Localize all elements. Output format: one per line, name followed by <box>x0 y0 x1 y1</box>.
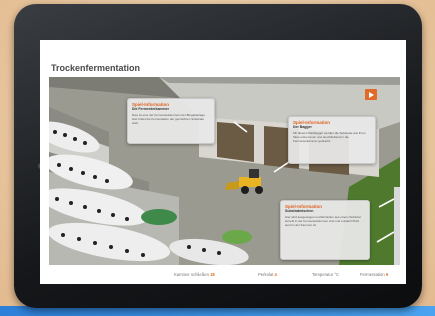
temperatur-label: Temperatur °C <box>312 272 340 277</box>
info-popup-substratmischen[interactable]: Spiel-Information Substratmischen Hier w… <box>280 200 370 260</box>
popup-body: Dies ist eine der Fermenterkammern der B… <box>132 113 206 125</box>
popup-subheading: Die Fermenterkammer <box>132 107 169 111</box>
perkolat-control[interactable]: Perkolat 4 <box>258 272 277 277</box>
perkolat-value: 4 <box>274 272 277 277</box>
fermentation-value: 9 <box>385 272 389 277</box>
perkolat-label: Perkolat <box>258 272 274 277</box>
temperatur-control[interactable]: Temperatur °C <box>312 272 339 277</box>
fermentation-label: Fermentation <box>360 272 385 277</box>
kammer-label: Kammer schließen <box>174 272 209 277</box>
popup-subheading: Substratmischen <box>285 209 314 213</box>
fermentation-control[interactable]: Fermentation 9 <box>360 272 388 277</box>
control-bar: Kammer schließen 18 Perkolat 4 Temperatu… <box>40 269 406 281</box>
play-button[interactable] <box>365 89 377 100</box>
page-title: Trockenfermentation <box>51 63 141 73</box>
kammer-control[interactable]: Kammer schließen 18 <box>174 272 215 277</box>
popup-body: Mit diesem Radbagger werden die Substrat… <box>293 131 366 143</box>
popup-subheading: Der Bagger <box>293 125 312 129</box>
info-popup-fermenterkammer[interactable]: Spiel-Information Die Fermenterkammer Di… <box>127 98 215 144</box>
info-popup-bagger[interactable]: Spiel-Information Der Bagger Mit diesem … <box>288 116 376 164</box>
app-screen: Trockenfermentation Spiel-Information Di… <box>40 40 406 284</box>
green-substrate <box>141 209 177 225</box>
kammer-value: 18 <box>210 272 215 277</box>
popup-body: Hier wird ausgewogen und Einheiten aus e… <box>285 215 361 227</box>
